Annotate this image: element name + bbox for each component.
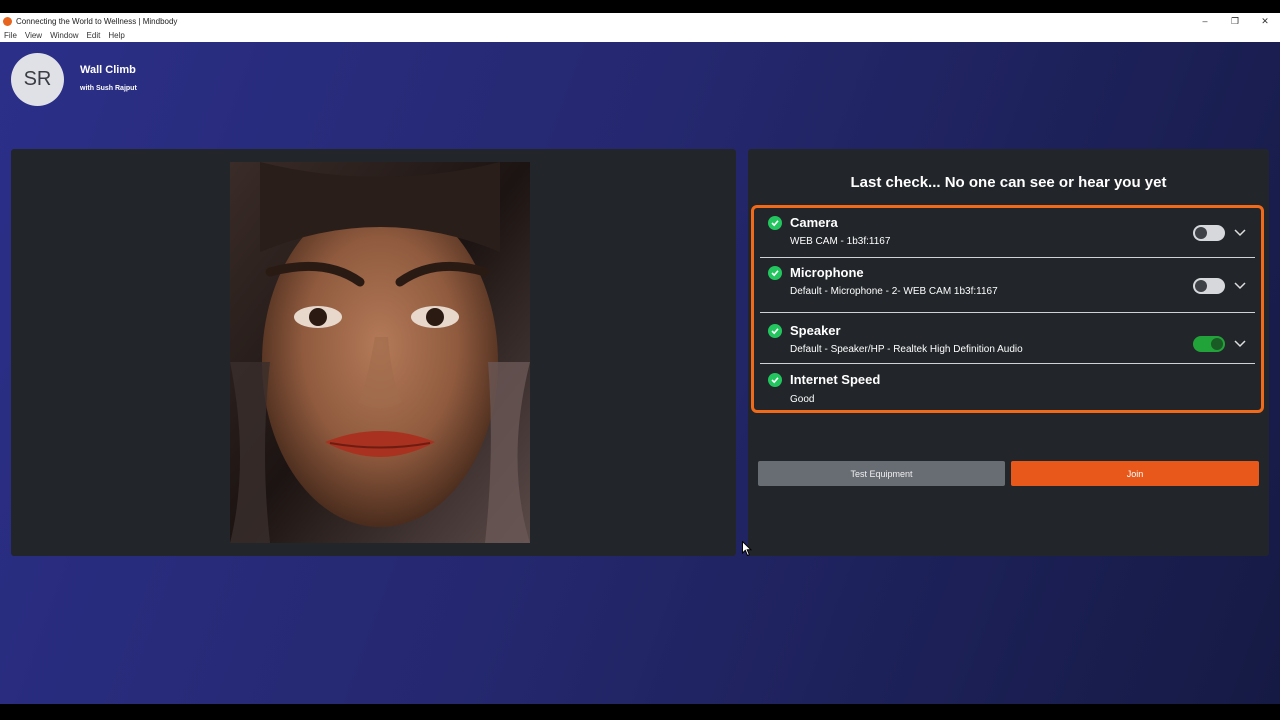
join-button[interactable]: Join (1011, 461, 1259, 486)
device-name: Camera (790, 215, 838, 230)
top-black-bar (0, 0, 1280, 13)
app-content: SR Wall Climb with Sush Rajput Last chec… (0, 42, 1280, 704)
camera-toggle[interactable] (1193, 225, 1225, 241)
menu-help[interactable]: Help (108, 31, 124, 40)
mouse-cursor-icon (742, 541, 752, 557)
camera-preview-image (230, 162, 530, 543)
app-logo-icon (3, 16, 12, 26)
check-icon (768, 373, 782, 387)
device-name: Microphone (790, 265, 864, 280)
restore-button[interactable]: ❐ (1220, 13, 1250, 29)
device-detail: Good (790, 394, 815, 405)
test-equipment-button[interactable]: Test Equipment (758, 461, 1005, 486)
menu-file[interactable]: File (4, 31, 17, 40)
speaker-toggle[interactable] (1193, 336, 1225, 352)
video-preview-panel (11, 149, 736, 556)
close-button[interactable]: ✕ (1250, 13, 1280, 29)
check-icon (768, 324, 782, 338)
class-title: Wall Climb (80, 64, 136, 76)
window-titlebar: Connecting the World to Wellness | Mindb… (0, 13, 1280, 29)
menu-view[interactable]: View (25, 31, 42, 40)
device-detail: WEB CAM - 1b3f:1167 (790, 236, 891, 247)
check-icon (768, 266, 782, 280)
device-name: Internet Speed (790, 372, 881, 387)
chevron-down-icon[interactable] (1233, 228, 1247, 238)
chevron-down-icon[interactable] (1233, 281, 1247, 291)
microphone-toggle[interactable] (1193, 278, 1225, 294)
pre-join-check-panel: Last check... No one can see or hear you… (748, 149, 1269, 556)
menu-bar: File View Window Edit Help (0, 29, 1280, 42)
device-row-internet-speed: Internet Speed Good (760, 364, 1255, 410)
bottom-black-bar (0, 704, 1280, 720)
device-detail: Default - Speaker/HP - Realtek High Defi… (790, 344, 1023, 355)
instructor-name: with Sush Rajput (80, 85, 137, 92)
panel-title: Last check... No one can see or hear you… (850, 174, 1167, 191)
chevron-down-icon[interactable] (1233, 339, 1247, 349)
minimize-button[interactable]: – (1190, 13, 1220, 29)
avatar: SR (11, 53, 64, 106)
window-title: Connecting the World to Wellness | Mindb… (16, 16, 178, 26)
device-row-microphone: Microphone Default - Microphone - 2- WEB… (760, 258, 1255, 313)
device-list: Camera WEB CAM - 1b3f:1167 Microphone De… (751, 205, 1264, 413)
device-name: Speaker (790, 323, 841, 338)
device-row-speaker: Speaker Default - Speaker/HP - Realtek H… (760, 313, 1255, 364)
device-row-camera: Camera WEB CAM - 1b3f:1167 (760, 210, 1255, 258)
window-controls: – ❐ ✕ (1190, 13, 1280, 29)
menu-window[interactable]: Window (50, 31, 78, 40)
menu-edit[interactable]: Edit (87, 31, 101, 40)
device-detail: Default - Microphone - 2- WEB CAM 1b3f:1… (790, 286, 998, 297)
check-icon (768, 216, 782, 230)
